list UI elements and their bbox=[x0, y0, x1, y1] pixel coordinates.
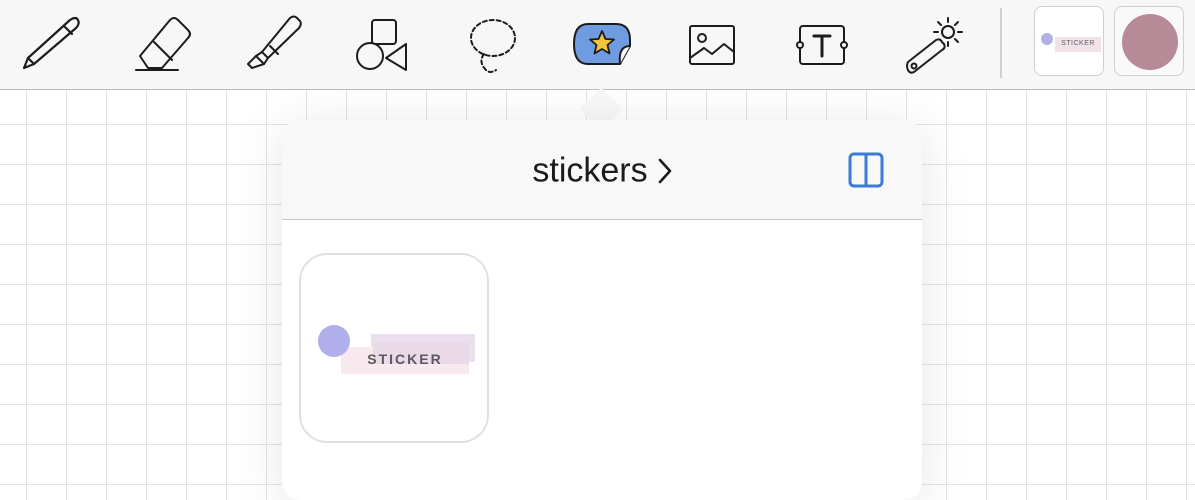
lasso-icon bbox=[460, 12, 524, 76]
laser-pointer-icon bbox=[900, 12, 964, 76]
color-preset[interactable] bbox=[1114, 6, 1184, 76]
lasso-tool[interactable] bbox=[460, 12, 524, 76]
image-icon bbox=[680, 12, 744, 76]
highlighter-tool[interactable] bbox=[240, 12, 304, 76]
sticker-preset-dot bbox=[1041, 33, 1053, 45]
split-view-button[interactable] bbox=[848, 152, 884, 188]
toolbar-divider bbox=[1000, 8, 1002, 78]
text-tool[interactable] bbox=[790, 12, 854, 76]
sticker-star-icon bbox=[570, 12, 634, 76]
sticker-preset[interactable]: STICKER bbox=[1034, 6, 1104, 76]
sticker-label: STICKER bbox=[367, 351, 443, 367]
shapes-tool[interactable] bbox=[350, 12, 414, 76]
laser-pointer-tool[interactable] bbox=[900, 12, 964, 76]
pen-icon bbox=[20, 12, 84, 76]
chevron-right-icon bbox=[658, 158, 671, 184]
toolbar: STICKER bbox=[0, 0, 1195, 90]
image-tool[interactable] bbox=[680, 12, 744, 76]
eraser-icon bbox=[130, 12, 194, 76]
highlighter-icon bbox=[240, 12, 304, 76]
popover-title-button[interactable]: stickers bbox=[282, 150, 922, 191]
stickers-tool[interactable] bbox=[570, 12, 634, 76]
popover-header: stickers bbox=[282, 120, 922, 220]
sticker-preset-label: STICKER bbox=[1061, 40, 1095, 47]
shapes-icon bbox=[350, 12, 414, 76]
eraser-tool[interactable] bbox=[130, 12, 194, 76]
pen-tool[interactable] bbox=[20, 12, 84, 76]
stickers-popover: stickers STICKER bbox=[282, 120, 922, 500]
sticker-item[interactable]: STICKER bbox=[299, 253, 489, 443]
color-swatch bbox=[1122, 14, 1178, 70]
split-view-icon bbox=[848, 152, 884, 188]
popover-title: stickers bbox=[532, 151, 648, 190]
text-box-icon bbox=[790, 12, 854, 76]
